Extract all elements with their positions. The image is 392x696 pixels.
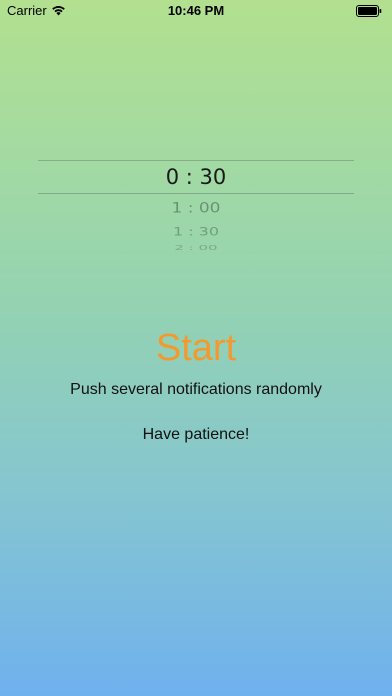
picker-selection-top-line [38,160,354,161]
start-button[interactable]: Start [0,325,392,371]
status-bar: Carrier 10:46 PM [0,0,392,22]
duration-picker[interactable]: 0 : 30 1 : 00 1 : 30 2 : 00 [38,160,354,256]
status-time: 10:46 PM [167,3,225,18]
picker-selected-value[interactable]: 0 : 30 [38,165,354,189]
picker-option[interactable]: 1 : 00 [38,200,354,217]
picker-selection-bottom-line [38,193,354,194]
description-text: Push several notifications randomly [70,381,322,398]
picker-option[interactable]: 1 : 30 [38,225,354,238]
picker-option[interactable]: 2 : 00 [38,244,354,250]
battery-icon [356,5,382,17]
patience-note: Have patience! [142,426,250,443]
